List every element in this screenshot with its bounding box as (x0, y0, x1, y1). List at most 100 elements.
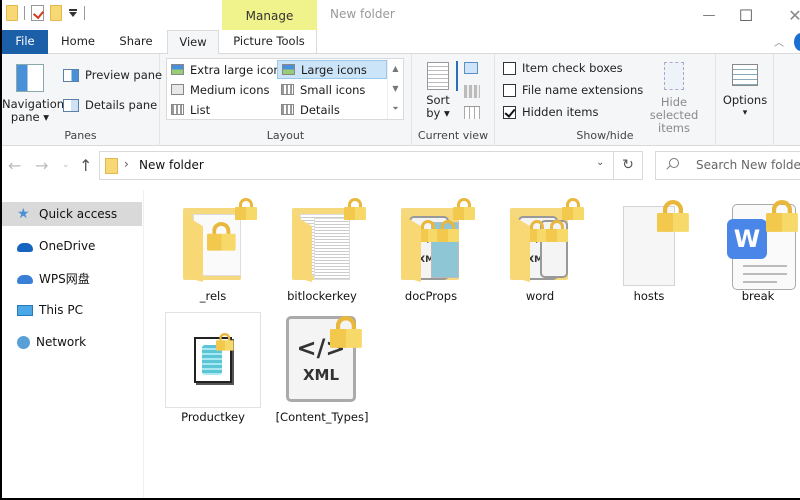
sidebar-item-label: OneDrive (39, 239, 96, 253)
layout-option-label: Extra large icons (190, 62, 287, 77)
layout-extra-large-icons[interactable]: Extra large icons (167, 60, 287, 79)
layout-gallery: Extra large icons Large icons Medium ico… (166, 58, 404, 120)
layout-option-label: Medium icons (190, 82, 270, 97)
details-pane-button[interactable]: Details pane (63, 96, 157, 114)
scroll-up-icon[interactable]: ▲ (392, 64, 398, 73)
back-arrow-icon[interactable]: ← (8, 156, 21, 175)
hidden-items-toggle[interactable]: Hidden items (503, 103, 598, 121)
folder-icon (105, 158, 118, 174)
sidebar-item-label: This PC (39, 303, 83, 317)
add-columns-icon[interactable] (464, 85, 480, 98)
sidebar-item-network[interactable]: Network (2, 330, 142, 354)
layout-small-icons[interactable]: Small icons (277, 80, 365, 99)
ribbon: Navigation pane ▾ Preview pane Details p… (2, 54, 800, 146)
lock-icon (562, 198, 584, 220)
layout-details[interactable]: Details (277, 100, 340, 119)
file-item[interactable]: </>XML word (492, 194, 588, 303)
layout-gallery-scroll[interactable]: ▲ ▼ ⏷ (387, 59, 403, 119)
breadcrumb-chevron-icon[interactable]: › (124, 157, 129, 171)
file-item[interactable]: </>XML docProps (383, 194, 479, 303)
layout-list[interactable]: List (167, 100, 210, 119)
sidebar-item-onedrive[interactable]: OneDrive (2, 234, 142, 258)
customize-toolbar-icon[interactable] (68, 7, 78, 19)
file-item[interactable]: bitlockerkey (274, 194, 370, 303)
folder-icon: </>XML (492, 194, 588, 286)
quick-access-toolbar (6, 5, 85, 21)
tab-home[interactable]: Home (52, 30, 104, 54)
file-item[interactable]: Productkey (165, 312, 261, 424)
star-icon: ★ (17, 205, 30, 222)
size-columns-icon[interactable] (464, 106, 480, 119)
show-hide-group-label: Show/hide (576, 129, 634, 142)
show-hide-group: Item check boxes File name extensions Hi… (495, 54, 716, 146)
options-button[interactable]: Options ▾ (716, 64, 774, 120)
details-pane-icon (63, 98, 79, 112)
new-folder-icon[interactable] (50, 5, 62, 21)
file-name: Productkey (181, 410, 245, 424)
preview-pane-label: Preview pane (85, 68, 163, 82)
maximize-icon: ☐ (738, 5, 754, 25)
title-bar: Manage New folder — ☐ ✕ (2, 0, 800, 30)
help-icon[interactable] (794, 33, 800, 51)
sort-by-button[interactable]: Sort by ▾ (418, 61, 458, 120)
layout-option-label: Details (300, 102, 340, 117)
item-check-boxes-toggle[interactable]: Item check boxes (503, 59, 623, 77)
folder-icon: </>XML (383, 194, 479, 286)
file-name: break (741, 289, 775, 303)
tab-picture-tools[interactable]: Picture Tools (222, 30, 317, 54)
collapse-ribbon-icon[interactable]: ︿ (774, 34, 784, 49)
lock-icon (766, 200, 798, 232)
close-button[interactable]: ✕ (772, 2, 800, 28)
tab-file[interactable]: File (2, 30, 48, 54)
refresh-icon: ↻ (622, 157, 634, 173)
hidden-items-checkbox[interactable] (503, 105, 516, 119)
group-by-icon[interactable] (464, 62, 478, 74)
file-icon (601, 194, 697, 286)
sidebar-item-quick-access[interactable]: ★ Quick access (2, 202, 142, 226)
navigation-pane-button[interactable]: Navigation pane ▾ (2, 64, 64, 124)
properties-icon[interactable] (31, 5, 44, 21)
lock-icon (207, 222, 236, 251)
wps-document-icon: W (710, 194, 800, 290)
layout-option-label: List (190, 102, 211, 117)
up-arrow-icon[interactable]: ↑ (79, 156, 92, 175)
address-dropdown-icon[interactable]: ⌄ (596, 157, 604, 168)
expand-gallery-icon[interactable]: ⏷ (392, 104, 398, 114)
refresh-button[interactable]: ↻ (614, 151, 643, 180)
layout-large-icons[interactable]: Large icons (277, 60, 387, 79)
item-check-boxes-checkbox[interactable] (503, 61, 516, 75)
tab-share[interactable]: Share (110, 30, 162, 54)
search-input[interactable]: Search New folder (655, 151, 800, 180)
sidebar-item-label: Network (36, 335, 87, 349)
tab-view[interactable]: View (167, 30, 219, 55)
forward-arrow-icon[interactable]: → (35, 156, 48, 175)
sidebar-item-wps[interactable]: WPS网盘 (2, 266, 142, 290)
address-bar[interactable]: › New folder ⌄ (99, 151, 614, 180)
separator (24, 6, 25, 20)
file-name-extensions-toggle[interactable]: File name extensions (503, 81, 643, 99)
recent-locations-icon[interactable]: ⌄ (62, 160, 70, 170)
window-title: New folder (330, 7, 395, 21)
file-item[interactable]: W break (710, 194, 800, 303)
file-name-extensions-checkbox[interactable] (503, 83, 516, 97)
sidebar-item-this-pc[interactable]: This PC (2, 298, 142, 322)
options-group: Options ▾ (716, 54, 774, 146)
maximize-button[interactable]: ☐ (723, 2, 769, 28)
file-item[interactable]: hosts (601, 194, 697, 303)
preview-pane-button[interactable]: Preview pane (63, 66, 162, 84)
manage-context-tab[interactable]: Manage (222, 0, 317, 30)
cloud-icon (17, 243, 33, 252)
scroll-down-icon[interactable]: ▼ (392, 84, 398, 93)
list-icon (171, 104, 184, 115)
layout-medium-icons[interactable]: Medium icons (167, 80, 269, 99)
hide-selected-items-button[interactable]: Hide selected items (635, 62, 713, 135)
lock-icon (330, 316, 362, 348)
sidebar-item-label: WPS网盘 (39, 271, 90, 286)
small-icons-icon (281, 84, 294, 95)
breadcrumb-new-folder[interactable]: New folder (139, 158, 204, 172)
file-item[interactable]: _rels (165, 194, 261, 303)
search-placeholder: Search New folder (696, 158, 800, 172)
lock-icon (437, 220, 459, 242)
file-name: _rels (199, 289, 227, 303)
file-item[interactable]: </> XML [Content_Types] (274, 312, 370, 424)
